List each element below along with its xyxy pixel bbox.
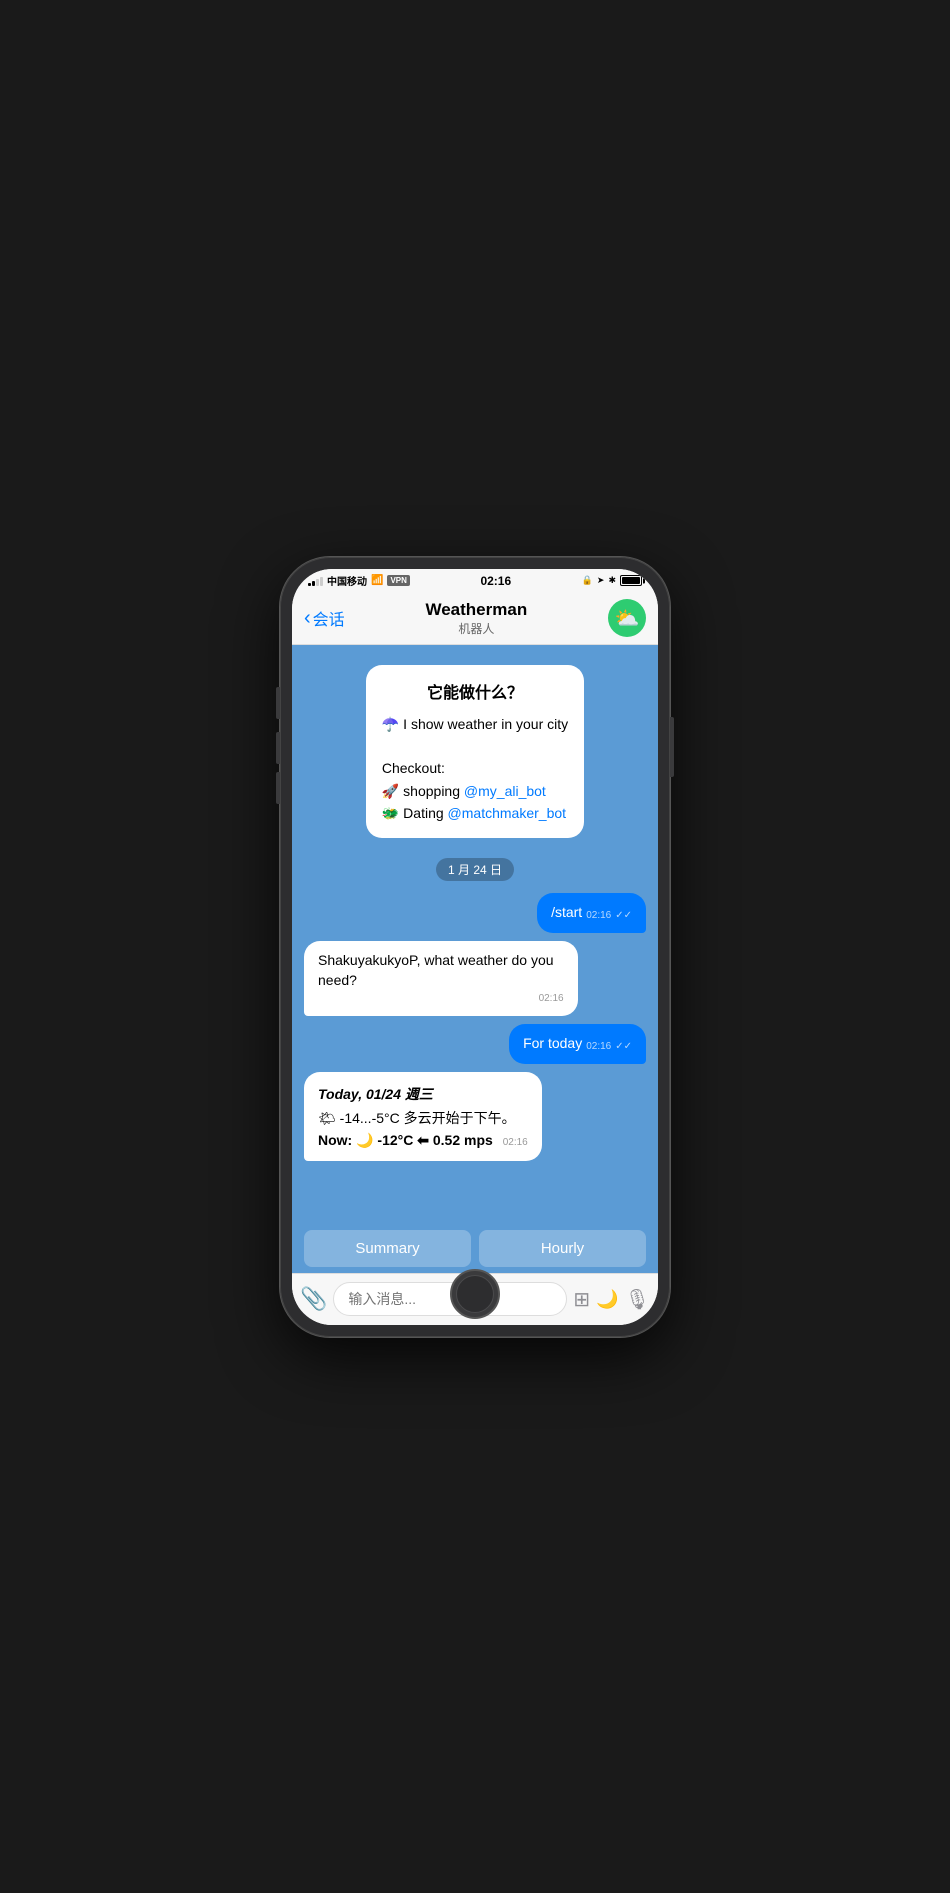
status-bar: 中国移动 📶 VPN 02:16 🔒 ➤ ✱ <box>292 569 658 593</box>
user-message-2-time: 02:16 <box>586 1040 611 1054</box>
bluetooth-icon: ✱ <box>608 575 616 586</box>
user-message-2-text: For today <box>523 1034 582 1054</box>
microphone-icon[interactable]: 🎙 <box>625 1287 650 1312</box>
weather-time: 02:16 <box>503 1137 528 1148</box>
weather-now: Now: 🌙 -12°C ⬅ 0.52 mps 02:16 <box>318 1132 528 1149</box>
intro-shopping-line: 🚀 shopping @my_ali_bot <box>382 780 568 802</box>
weather-now-text: Now: 🌙 -12°C ⬅ 0.52 mps <box>318 1132 493 1148</box>
intro-shopping-text: 🚀 shopping <box>382 783 464 799</box>
back-label: 会话 <box>313 606 345 630</box>
user-message-2-row: For today 02:16 ✓✓ <box>304 1024 646 1064</box>
intro-checkout: Checkout: <box>382 757 568 779</box>
intro-shopping-link[interactable]: @my_ali_bot <box>464 783 546 799</box>
chevron-left-icon: ‹ <box>304 607 311 630</box>
read-tick-1: ✓✓ <box>615 909 632 923</box>
intro-dating-link[interactable]: @matchmaker_bot <box>448 805 566 821</box>
lock-icon: 🔒 <box>582 575 593 586</box>
bot-message-1-bubble: ShakuyakukyoP, what weather do you need?… <box>304 941 578 1016</box>
wifi-icon: 📶 <box>371 575 383 586</box>
location-icon: ➤ <box>597 575 605 586</box>
intro-line1: ☂️ I show weather in your city <box>382 713 568 735</box>
attach-icon[interactable]: 📎 <box>300 1286 327 1312</box>
status-right: 🔒 ➤ ✱ <box>582 575 642 586</box>
intro-message-bubble: 它能做什么？ ☂️ I show weather in your city Ch… <box>366 665 584 839</box>
user-message-1-text: /start <box>551 903 582 923</box>
hourly-button[interactable]: Hourly <box>479 1230 646 1267</box>
nav-center: Weatherman 机器人 <box>425 600 527 637</box>
date-pill-label: 1 月 24 日 <box>436 858 514 881</box>
phone-device: 中国移动 📶 VPN 02:16 🔒 ➤ ✱ ‹ 会话 Weatherman <box>280 557 670 1337</box>
chat-subtitle: 机器人 <box>425 620 527 637</box>
chat-title: Weatherman <box>425 600 527 620</box>
intro-dating-line: 🐲 Dating @matchmaker_bot <box>382 802 568 824</box>
bot-avatar[interactable]: ⛅ <box>608 599 646 637</box>
intro-dating-text: 🐲 Dating <box>382 805 448 821</box>
carrier-label: 中国移动 <box>327 573 367 588</box>
weather-detail: 🌤 -14...-5°C 多云开始于下午。 <box>318 1108 528 1128</box>
bot-message-1-row: ShakuyakukyoP, what weather do you need?… <box>304 941 646 1016</box>
quick-replies-bar: Summary Hourly <box>292 1224 658 1273</box>
signal-bars-icon <box>308 576 323 586</box>
phone-screen: 中国移动 📶 VPN 02:16 🔒 ➤ ✱ ‹ 会话 Weatherman <box>292 569 658 1325</box>
intro-body: ☂️ I show weather in your city Checkout:… <box>382 713 568 825</box>
bot-message-1-time: 02:16 <box>318 992 564 1006</box>
home-button[interactable] <box>450 1269 500 1319</box>
weather-message-row: Today, 01/24 週三 🌤 -14...-5°C 多云开始于下午。 No… <box>304 1072 646 1161</box>
moon-icon[interactable]: 🌙 <box>596 1289 618 1310</box>
back-button[interactable]: ‹ 会话 <box>304 606 345 630</box>
user-message-2-bubble: For today 02:16 ✓✓ <box>509 1024 646 1064</box>
status-left: 中国移动 📶 VPN <box>308 573 410 588</box>
chat-area: 它能做什么？ ☂️ I show weather in your city Ch… <box>292 645 658 1224</box>
read-tick-2: ✓✓ <box>615 1040 632 1054</box>
battery-indicator <box>620 575 642 586</box>
intro-title: 它能做什么？ <box>382 679 568 703</box>
weather-title: Today, 01/24 週三 <box>318 1084 528 1104</box>
cloud-sun-icon: ⛅ <box>615 606 640 631</box>
summary-button[interactable]: Summary <box>304 1230 471 1267</box>
nav-bar: ‹ 会话 Weatherman 机器人 ⛅ <box>292 593 658 645</box>
vpn-badge: VPN <box>387 575 409 586</box>
time-display: 02:16 <box>480 574 511 588</box>
weather-message-bubble: Today, 01/24 週三 🌤 -14...-5°C 多云开始于下午。 No… <box>304 1072 542 1161</box>
date-divider: 1 月 24 日 <box>304 858 646 881</box>
sticker-icon[interactable]: ⊞ <box>573 1287 590 1312</box>
home-button-inner <box>456 1275 494 1313</box>
user-message-1-bubble: /start 02:16 ✓✓ <box>537 893 646 933</box>
battery-fill <box>622 577 640 584</box>
bot-message-1-text: ShakuyakukyoP, what weather do you need? <box>318 952 554 988</box>
user-message-1-row: /start 02:16 ✓✓ <box>304 893 646 933</box>
user-message-1-time: 02:16 <box>586 909 611 923</box>
